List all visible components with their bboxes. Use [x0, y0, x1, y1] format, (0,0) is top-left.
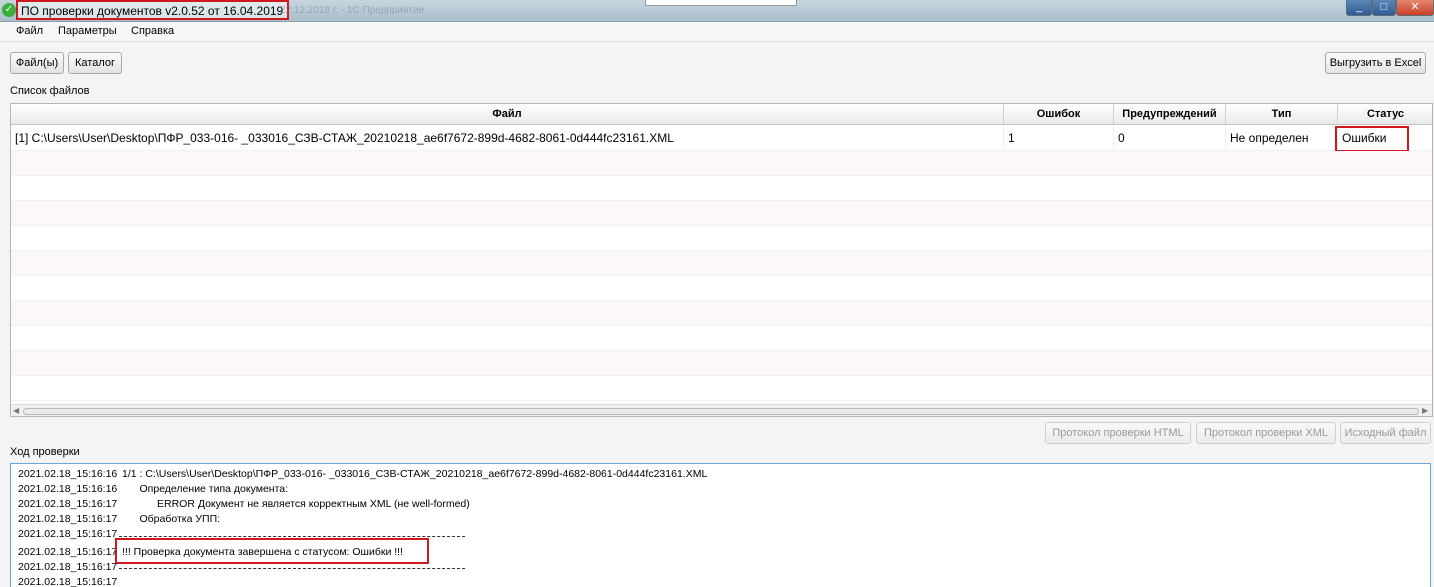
minimize-button[interactable]: _ — [1346, 0, 1372, 16]
log-line: 2021.02.18_15:16:17 ERROR Документ не яв… — [18, 497, 470, 512]
log-line: 2021.02.18_15:16:17 — [18, 560, 122, 575]
xml-report-button[interactable]: Протокол проверки XML — [1196, 422, 1336, 444]
menu-bar: Файл Параметры Справка — [0, 22, 1434, 42]
file-table: Файл Ошибок Предупреждений Тип Статус [1… — [10, 103, 1433, 417]
log-text: Определение типа документа: — [122, 483, 289, 495]
log-timestamp: 2021.02.18_15:16:16 — [18, 468, 118, 480]
menu-help[interactable]: Справка — [131, 25, 174, 37]
log-timestamp: 2021.02.18_15:16:17 — [18, 528, 118, 540]
empty-row — [11, 351, 1432, 376]
empty-row — [11, 226, 1432, 251]
empty-row — [11, 251, 1432, 276]
result-highlight-box — [115, 538, 429, 564]
menu-file[interactable]: Файл — [16, 25, 43, 37]
empty-row — [11, 276, 1432, 301]
file-list-label: Список файлов — [10, 85, 90, 97]
scroll-right-icon[interactable]: ▶ — [1422, 406, 1428, 415]
maximize-button[interactable]: □ — [1372, 0, 1396, 16]
empty-row — [11, 326, 1432, 351]
column-warnings[interactable]: Предупреждений — [1114, 104, 1226, 125]
cell-warnings: 0 — [1114, 126, 1226, 151]
menu-parameters[interactable]: Параметры — [58, 25, 117, 37]
log-timestamp: 2021.02.18_15:16:17 — [18, 498, 118, 510]
log-line: 2021.02.18_15:16:16 Определение типа док… — [18, 482, 288, 497]
column-file[interactable]: Файл — [11, 104, 1004, 125]
horizontal-scrollbar[interactable]: ◀ ▶ — [11, 404, 1432, 416]
log-timestamp: 2021.02.18_15:16:17 — [18, 561, 118, 573]
empty-row — [11, 176, 1432, 201]
empty-row — [11, 201, 1432, 226]
separator-line — [119, 536, 465, 537]
log-line: 2021.02.18_15:16:17 — [18, 527, 122, 542]
log-area[interactable]: 2021.02.18_15:16:16 1/1 : C:\Users\User\D… — [10, 463, 1431, 587]
log-timestamp: 2021.02.18_15:16:17 — [18, 576, 118, 587]
empty-row — [11, 151, 1432, 176]
cell-type: Не определен — [1226, 126, 1338, 151]
window-title: ПО проверки документов v2.0.52 от 16.04.… — [16, 0, 290, 20]
export-excel-button[interactable]: Выгрузить в Excel — [1325, 52, 1426, 74]
log-timestamp: 2021.02.18_15:16:17 — [18, 513, 118, 525]
column-status[interactable]: Статус — [1338, 104, 1432, 125]
log-timestamp: 2021.02.18_15:16:16 — [18, 483, 118, 495]
log-line: 2021.02.18_15:16:17 — [18, 575, 122, 587]
scroll-left-icon[interactable]: ◀ — [13, 406, 19, 415]
cell-file: [1] C:\Users\User\Desktop\ПФР_033-016- _… — [11, 126, 1004, 151]
source-file-button[interactable]: Исходный файл — [1340, 422, 1431, 444]
html-report-button[interactable]: Протокол проверки HTML — [1045, 422, 1191, 444]
status-highlight-box — [1335, 126, 1409, 152]
title-bar: ✓ ПО проверки документов v2.0.52 от 16.0… — [0, 0, 1434, 22]
catalog-button[interactable]: Каталог — [68, 52, 122, 74]
log-timestamp: 2021.02.18_15:16:17 — [18, 546, 118, 558]
table-header: Файл Ошибок Предупреждений Тип Статус — [11, 104, 1432, 125]
log-line: 2021.02.18_15:16:17 Обработка УПП: — [18, 512, 220, 527]
close-button[interactable]: ✕ — [1396, 0, 1434, 16]
title-bar-popup — [645, 0, 797, 6]
log-text: 1/1 : C:\Users\User\Desktop\ПФР_033-016-… — [122, 468, 708, 480]
scrollbar-thumb[interactable] — [23, 408, 1419, 415]
empty-row — [11, 301, 1432, 326]
background-window-title: 22.12.2018 г. - 1С:Предприятие — [280, 5, 425, 16]
column-errors[interactable]: Ошибок — [1004, 104, 1114, 125]
log-line: 2021.02.18_15:16:16 1/1 : C:\Users\User\D… — [18, 467, 707, 482]
separator-line — [119, 568, 465, 569]
log-label: Ход проверки — [10, 446, 80, 458]
empty-row — [11, 376, 1432, 401]
files-button[interactable]: Файл(ы) — [10, 52, 64, 74]
log-text: Обработка УПП: — [122, 513, 221, 525]
log-text: ERROR Документ не является корректным XM… — [122, 498, 470, 510]
check-icon: ✓ — [2, 3, 16, 17]
table-row[interactable]: [1] C:\Users\User\Desktop\ПФР_033-016- _… — [11, 126, 1432, 152]
column-type[interactable]: Тип — [1226, 104, 1338, 125]
cell-errors: 1 — [1004, 126, 1114, 151]
